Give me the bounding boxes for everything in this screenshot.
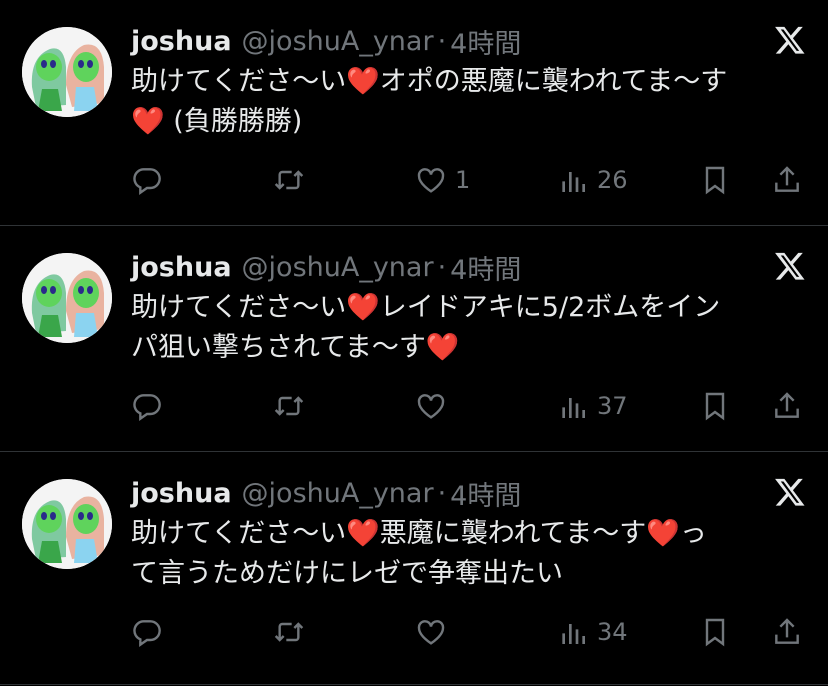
heart-icon — [417, 620, 445, 645]
separator-dot: · — [437, 477, 447, 509]
views-icon — [562, 624, 585, 644]
retweet-button[interactable] — [273, 612, 305, 652]
view-count: 37 — [597, 392, 628, 420]
x-logo-icon — [775, 478, 805, 506]
separator-dot: · — [437, 25, 447, 57]
bookmark-icon — [705, 166, 725, 195]
bookmark-button[interactable] — [699, 386, 731, 426]
tweet-actions: 34 — [131, 612, 811, 652]
retweet-icon — [274, 170, 304, 190]
user-handle[interactable]: @joshuA_ynar — [242, 252, 434, 283]
tweet-header: joshua @joshuA_ynar · 4時間 — [131, 248, 521, 287]
avatar[interactable] — [22, 479, 112, 569]
bookmark-button[interactable] — [699, 160, 731, 200]
retweet-button[interactable] — [273, 386, 305, 426]
bookmark-icon — [705, 618, 725, 647]
share-button[interactable] — [771, 386, 803, 426]
retweet-icon — [274, 622, 304, 642]
retweet-button[interactable] — [273, 160, 305, 200]
like-count: 1 — [455, 166, 471, 194]
x-logo-icon — [775, 252, 805, 280]
timestamp[interactable]: 4時間 — [450, 474, 521, 513]
reply-button[interactable] — [131, 160, 163, 200]
tweet-feed: joshua @joshuA_ynar · 4時間 助けてくださ〜い❤️オポの悪… — [0, 0, 828, 685]
display-name[interactable]: joshua — [131, 252, 232, 283]
display-name[interactable]: joshua — [131, 26, 232, 57]
user-handle[interactable]: @joshuA_ynar — [242, 26, 434, 57]
user-handle[interactable]: @joshuA_ynar — [242, 478, 434, 509]
separator-dot: · — [437, 251, 447, 283]
avatar[interactable] — [22, 253, 112, 343]
bookmark-icon — [705, 392, 725, 421]
view-count: 34 — [597, 618, 628, 646]
tweet-text: 助けてくださ〜い❤️悪魔に襲われてま〜す❤️っ て言うためだけにレゼで争奪出たい — [131, 518, 707, 589]
tweet[interactable]: joshua @joshuA_ynar · 4時間 助けてくださ〜い❤️悪魔に襲… — [0, 452, 828, 685]
timestamp[interactable]: 4時間 — [450, 248, 521, 287]
views-button[interactable]: 26 — [557, 160, 628, 200]
tweet-text: 助けてくださ〜い❤️オポの悪魔に襲われてま〜す ❤️ (負勝勝勝) — [131, 66, 728, 137]
tweet-actions: 37 — [131, 386, 811, 426]
share-icon — [775, 166, 799, 192]
reply-button[interactable] — [131, 386, 163, 426]
share-icon — [775, 392, 799, 418]
tweet-actions: 1 26 — [131, 160, 811, 200]
share-button[interactable] — [771, 160, 803, 200]
retweet-icon — [274, 396, 304, 416]
share-icon — [775, 618, 799, 644]
reply-icon — [133, 168, 161, 195]
heart-icon — [417, 394, 445, 419]
like-button[interactable] — [415, 386, 455, 426]
views-button[interactable]: 37 — [557, 386, 628, 426]
reply-icon — [133, 394, 161, 421]
x-logo-icon — [775, 26, 805, 54]
tweet[interactable]: joshua @joshuA_ynar · 4時間 助けてくださ〜い❤️レイドア… — [0, 226, 828, 452]
views-button[interactable]: 34 — [557, 612, 628, 652]
tweet-header: joshua @joshuA_ynar · 4時間 — [131, 474, 521, 513]
tweet[interactable]: joshua @joshuA_ynar · 4時間 助けてくださ〜い❤️オポの悪… — [0, 0, 828, 226]
bookmark-button[interactable] — [699, 612, 731, 652]
view-count: 26 — [597, 166, 628, 194]
timestamp[interactable]: 4時間 — [450, 22, 521, 61]
heart-icon — [417, 168, 445, 193]
like-button[interactable]: 1 — [415, 160, 470, 200]
tweet-header: joshua @joshuA_ynar · 4時間 — [131, 22, 521, 61]
like-button[interactable] — [415, 612, 455, 652]
reply-icon — [133, 620, 161, 647]
views-icon — [562, 398, 585, 418]
tweet-text: 助けてくださ〜い❤️レイドアキに5/2ボムをイン パ狙い撃ちされてま〜す❤️ — [131, 292, 721, 363]
views-icon — [562, 172, 585, 192]
display-name[interactable]: joshua — [131, 478, 232, 509]
reply-button[interactable] — [131, 612, 163, 652]
avatar[interactable] — [22, 27, 112, 117]
share-button[interactable] — [771, 612, 803, 652]
